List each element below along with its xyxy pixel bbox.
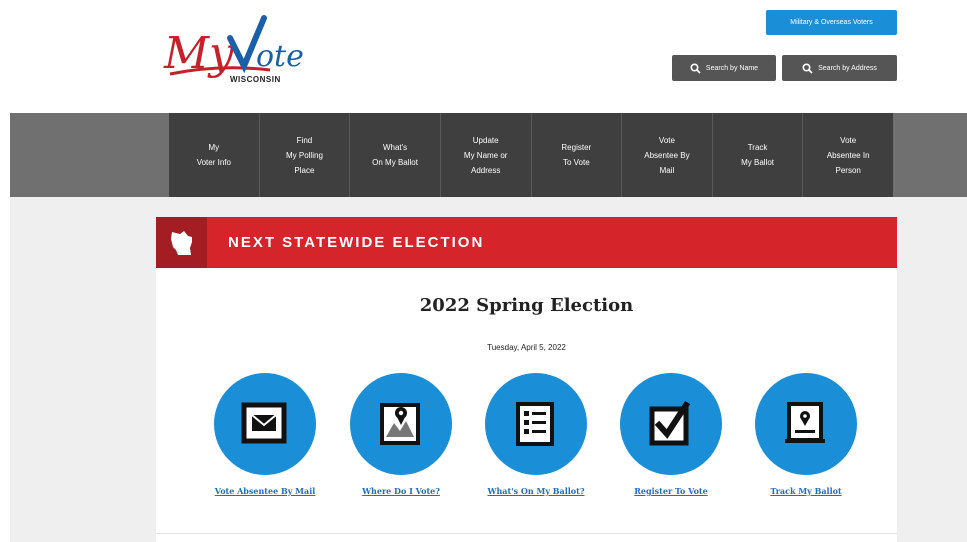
action-circle[interactable]	[350, 373, 452, 475]
action-whats-on-my-ballot[interactable]: What's On My Ballot?	[471, 373, 601, 498]
nav-item-whats-on-my-ballot[interactable]: What's On My Ballot	[350, 113, 441, 197]
election-date: Tuesday, April 5, 2022	[487, 343, 566, 352]
myvote-logo[interactable]: My ote WISCONSIN	[160, 8, 310, 98]
svg-text:My: My	[163, 28, 235, 79]
site-header: My ote WISCONSIN Military & Overseas Vot…	[10, 0, 967, 113]
myvote-logo-mark: My ote	[163, 15, 304, 79]
search-by-name-label: Search by Name	[705, 64, 759, 72]
main-nav: My Voter Info Find My Polling Place What…	[169, 113, 893, 197]
card-divider	[156, 533, 897, 534]
svg-text:ote: ote	[256, 39, 304, 74]
action-circle[interactable]	[620, 373, 722, 475]
wisconsin-state-icon	[156, 217, 207, 268]
ballot-list-icon	[516, 402, 554, 446]
election-name: 2022 Spring Election	[419, 295, 634, 316]
action-circle[interactable]	[485, 373, 587, 475]
nav-item-vote-absentee-mail[interactable]: Vote Absentee By Mail	[622, 113, 713, 197]
nav-item-update-name-address[interactable]: Update My Name or Address	[440, 113, 532, 197]
nav-item-track-my-ballot[interactable]: Track My Ballot	[712, 113, 804, 197]
action-track-my-ballot[interactable]: Track My Ballot	[741, 373, 871, 498]
nav-item-register-to-vote[interactable]: Register To Vote	[531, 113, 623, 197]
action-label[interactable]: Vote Absentee By Mail	[200, 484, 330, 498]
logo-subtitle: WISCONSIN	[230, 75, 281, 84]
action-vote-absentee-mail[interactable]: Vote Absentee By Mail	[200, 373, 330, 498]
next-election-banner: NEXT STATEWIDE ELECTION	[156, 217, 897, 268]
action-label[interactable]: Track My Ballot	[741, 484, 871, 498]
checkbox-icon	[649, 400, 691, 446]
search-by-address-label: Search by Address	[818, 64, 877, 72]
page: My ote WISCONSIN Military & Overseas Vot…	[10, 0, 967, 542]
nav-item-my-voter-info[interactable]: My Voter Info	[169, 113, 260, 197]
action-circle[interactable]	[755, 373, 857, 475]
search-by-address-button[interactable]: Search by Address	[782, 55, 897, 81]
search-icon	[690, 62, 701, 74]
next-election-card: NEXT STATEWIDE ELECTION 2022 Spring Elec…	[156, 217, 897, 542]
action-label[interactable]: What's On My Ballot?	[471, 484, 601, 498]
action-register-to-vote[interactable]: Register To Vote	[606, 373, 736, 498]
nav-item-find-polling-place[interactable]: Find My Polling Place	[259, 113, 351, 197]
military-overseas-button[interactable]: Military & Overseas Voters	[766, 10, 897, 35]
action-label[interactable]: Where Do I Vote?	[336, 484, 466, 498]
nav-item-vote-absentee-in-person[interactable]: Vote Absentee In Person	[803, 113, 893, 197]
action-where-do-i-vote[interactable]: Where Do I Vote?	[336, 373, 466, 498]
search-by-name-button[interactable]: Search by Name	[672, 55, 776, 81]
search-icon	[802, 62, 813, 74]
track-ballot-icon	[785, 402, 825, 443]
action-label[interactable]: Register To Vote	[606, 484, 736, 498]
map-pin-icon	[380, 403, 420, 445]
action-circle[interactable]	[214, 373, 316, 475]
banner-title: NEXT STATEWIDE ELECTION	[228, 234, 485, 251]
envelope-icon	[241, 402, 287, 444]
